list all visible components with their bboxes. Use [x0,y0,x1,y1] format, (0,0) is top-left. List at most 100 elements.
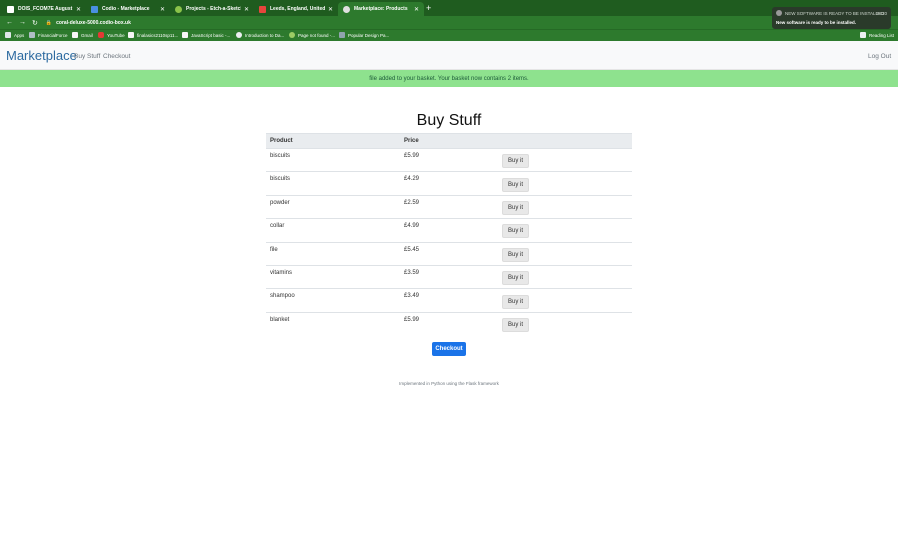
buy-it-button[interactable]: Buy it [502,177,530,192]
bookmark-label: YouTube [107,32,125,38]
browser-tab-active[interactable]: Marketplace: Products ✕ [338,2,424,16]
notification-title: NEW SOFTWARE IS READY TO BE INSTALLED [785,10,885,16]
reading-list-icon [860,32,866,38]
tab-close-icon[interactable]: ✕ [414,6,419,13]
buy-it-button[interactable]: Buy it [502,294,530,309]
tab-label: DOIS_FCOM7E August 2021: S [18,6,73,12]
tab-label: Marketplace: Products [354,6,408,12]
bookmark-item[interactable]: finalasics2110sp11... [128,32,178,38]
browser-tab[interactable]: Codio - Marketplace ✕ [86,2,170,16]
action-cell: Buy it [498,194,632,219]
bookmark-item[interactable]: Gmail [72,32,93,38]
success-alert: file added to your basket. Your basket n… [0,70,898,87]
nav-link-checkout[interactable]: Checkout [103,53,130,60]
bookmark-item[interactable]: Page not found -... [289,32,335,38]
product-price: £4.99 [400,218,498,243]
bookmark-label: Page not found -... [298,32,336,38]
tab-favicon-icon [343,5,350,13]
url-field[interactable]: 🔒 coral-deluxe-5000.codio-box.uk [46,20,131,26]
tab-favicon-icon [259,5,266,13]
gmail-icon [72,32,78,38]
bookmark-label: FinancialForce [38,32,68,38]
bookmarks-bar: Apps FinancialForce Gmail YouTube finala… [0,29,898,41]
buy-it-button[interactable]: Buy it [502,224,530,239]
product-name: vitamins [266,264,400,289]
tab-label: Codio - Marketplace [102,6,150,12]
bookmark-item[interactable]: JavaScript basic -... [182,32,230,38]
products-table: Product Price biscuits £5.99 Buy it biscuit… [266,133,632,336]
lock-icon: 🔒 [45,19,53,26]
column-header-product: Product [266,133,400,149]
reload-icon[interactable]: ↻ [32,19,38,27]
action-cell: Buy it [498,218,632,243]
notification-time: 09:20 [875,11,887,16]
browser-tab[interactable]: DOIS_FCOM7E August 2021: S ✕ [2,2,86,16]
folder-icon [29,32,35,38]
checkout-button[interactable]: Checkout [432,342,466,356]
tab-label: Leeds, England, United Kingdo [270,6,325,12]
action-cell: Buy it [498,147,632,172]
page-title: Buy Stuff [416,112,482,129]
product-price: £3.59 [400,264,498,289]
page-icon [128,32,134,38]
tab-favicon-icon [91,5,98,13]
buy-it-button[interactable]: Buy it [502,247,530,262]
tab-close-icon[interactable]: ✕ [76,6,81,13]
globe-icon [236,32,242,38]
nav-link-buy-stuff[interactable]: Buy Stuff [74,53,100,60]
table-row: biscuits £5.99 Buy it [266,147,632,172]
page-icon [182,32,188,38]
action-cell: Buy it [498,311,632,336]
column-header-action [498,133,632,149]
action-cell: Buy it [498,241,632,266]
notification-header: NEW SOFTWARE IS READY TO BE INSTALLED [776,10,887,16]
product-name: collar [266,218,400,243]
notification-body: New software is ready to be installed. [776,20,857,25]
browser-tab[interactable]: Projects - Etch-a-Sketch ✕ [170,2,254,16]
nav-link-log-out[interactable]: Log Out [868,53,891,60]
buy-it-button[interactable]: Buy it [502,154,530,169]
column-header-price: Price [400,133,498,149]
tab-close-icon[interactable]: ✕ [160,6,165,13]
youtube-icon [98,32,104,38]
table-row: blanket £5.99 Buy it [266,311,632,336]
bookmark-item[interactable]: Popular Design Pa... [339,32,389,38]
tab-close-icon[interactable]: ✕ [328,6,333,13]
product-name: biscuits [266,147,400,172]
tab-close-icon[interactable]: ✕ [244,6,249,13]
product-name: shampoo [266,288,400,313]
buy-it-button[interactable]: Buy it [502,271,530,286]
browser-address-bar: ← → ↻ 🔒 coral-deluxe-5000.codio-box.uk [0,16,898,29]
system-notification[interactable]: NEW SOFTWARE IS READY TO BE INSTALLED 09… [772,7,891,29]
table-header-row: Product Price [266,133,632,149]
bookmark-apps[interactable]: Apps [5,32,24,38]
product-price: £5.99 [400,147,498,172]
forward-arrow-icon[interactable]: → [19,19,26,26]
bookmark-item[interactable]: YouTube [98,32,125,38]
buy-it-button[interactable]: Buy it [502,318,530,333]
browser-tab[interactable]: Leeds, England, United Kingdo ✕ [254,2,338,16]
product-price: £2.59 [400,194,498,219]
design-icon [339,32,345,38]
bookmark-label: Reading List [869,32,895,38]
apps-grid-icon [5,32,11,38]
bookmark-item[interactable]: FinancialForce [29,32,68,38]
action-cell: Buy it [498,171,632,196]
site-brand[interactable]: Marketplace [6,48,77,63]
tab-label: Projects - Etch-a-Sketch [186,6,241,12]
bookmark-reading-list[interactable]: Reading List [860,32,894,38]
new-tab-plus-icon[interactable]: + [426,3,431,13]
action-cell: Buy it [498,288,632,313]
product-name: powder [266,194,400,219]
alert-message: file added to your basket. Your basket n… [369,75,529,82]
bookmark-label: Popular Design Pa... [348,32,390,38]
bookmark-item[interactable]: Introduction to Da... [236,32,284,38]
back-arrow-icon[interactable]: ← [6,19,13,26]
product-price: £4.29 [400,171,498,196]
table-row: file £5.45 Buy it [266,241,632,266]
bookmark-label: Introduction to Da... [245,32,285,38]
url-text: coral-deluxe-5000.codio-box.uk [56,19,131,26]
buy-it-button[interactable]: Buy it [502,200,530,215]
table-row: biscuits £4.29 Buy it [266,171,632,196]
bookmark-label: JavaScript basic -... [191,32,231,38]
